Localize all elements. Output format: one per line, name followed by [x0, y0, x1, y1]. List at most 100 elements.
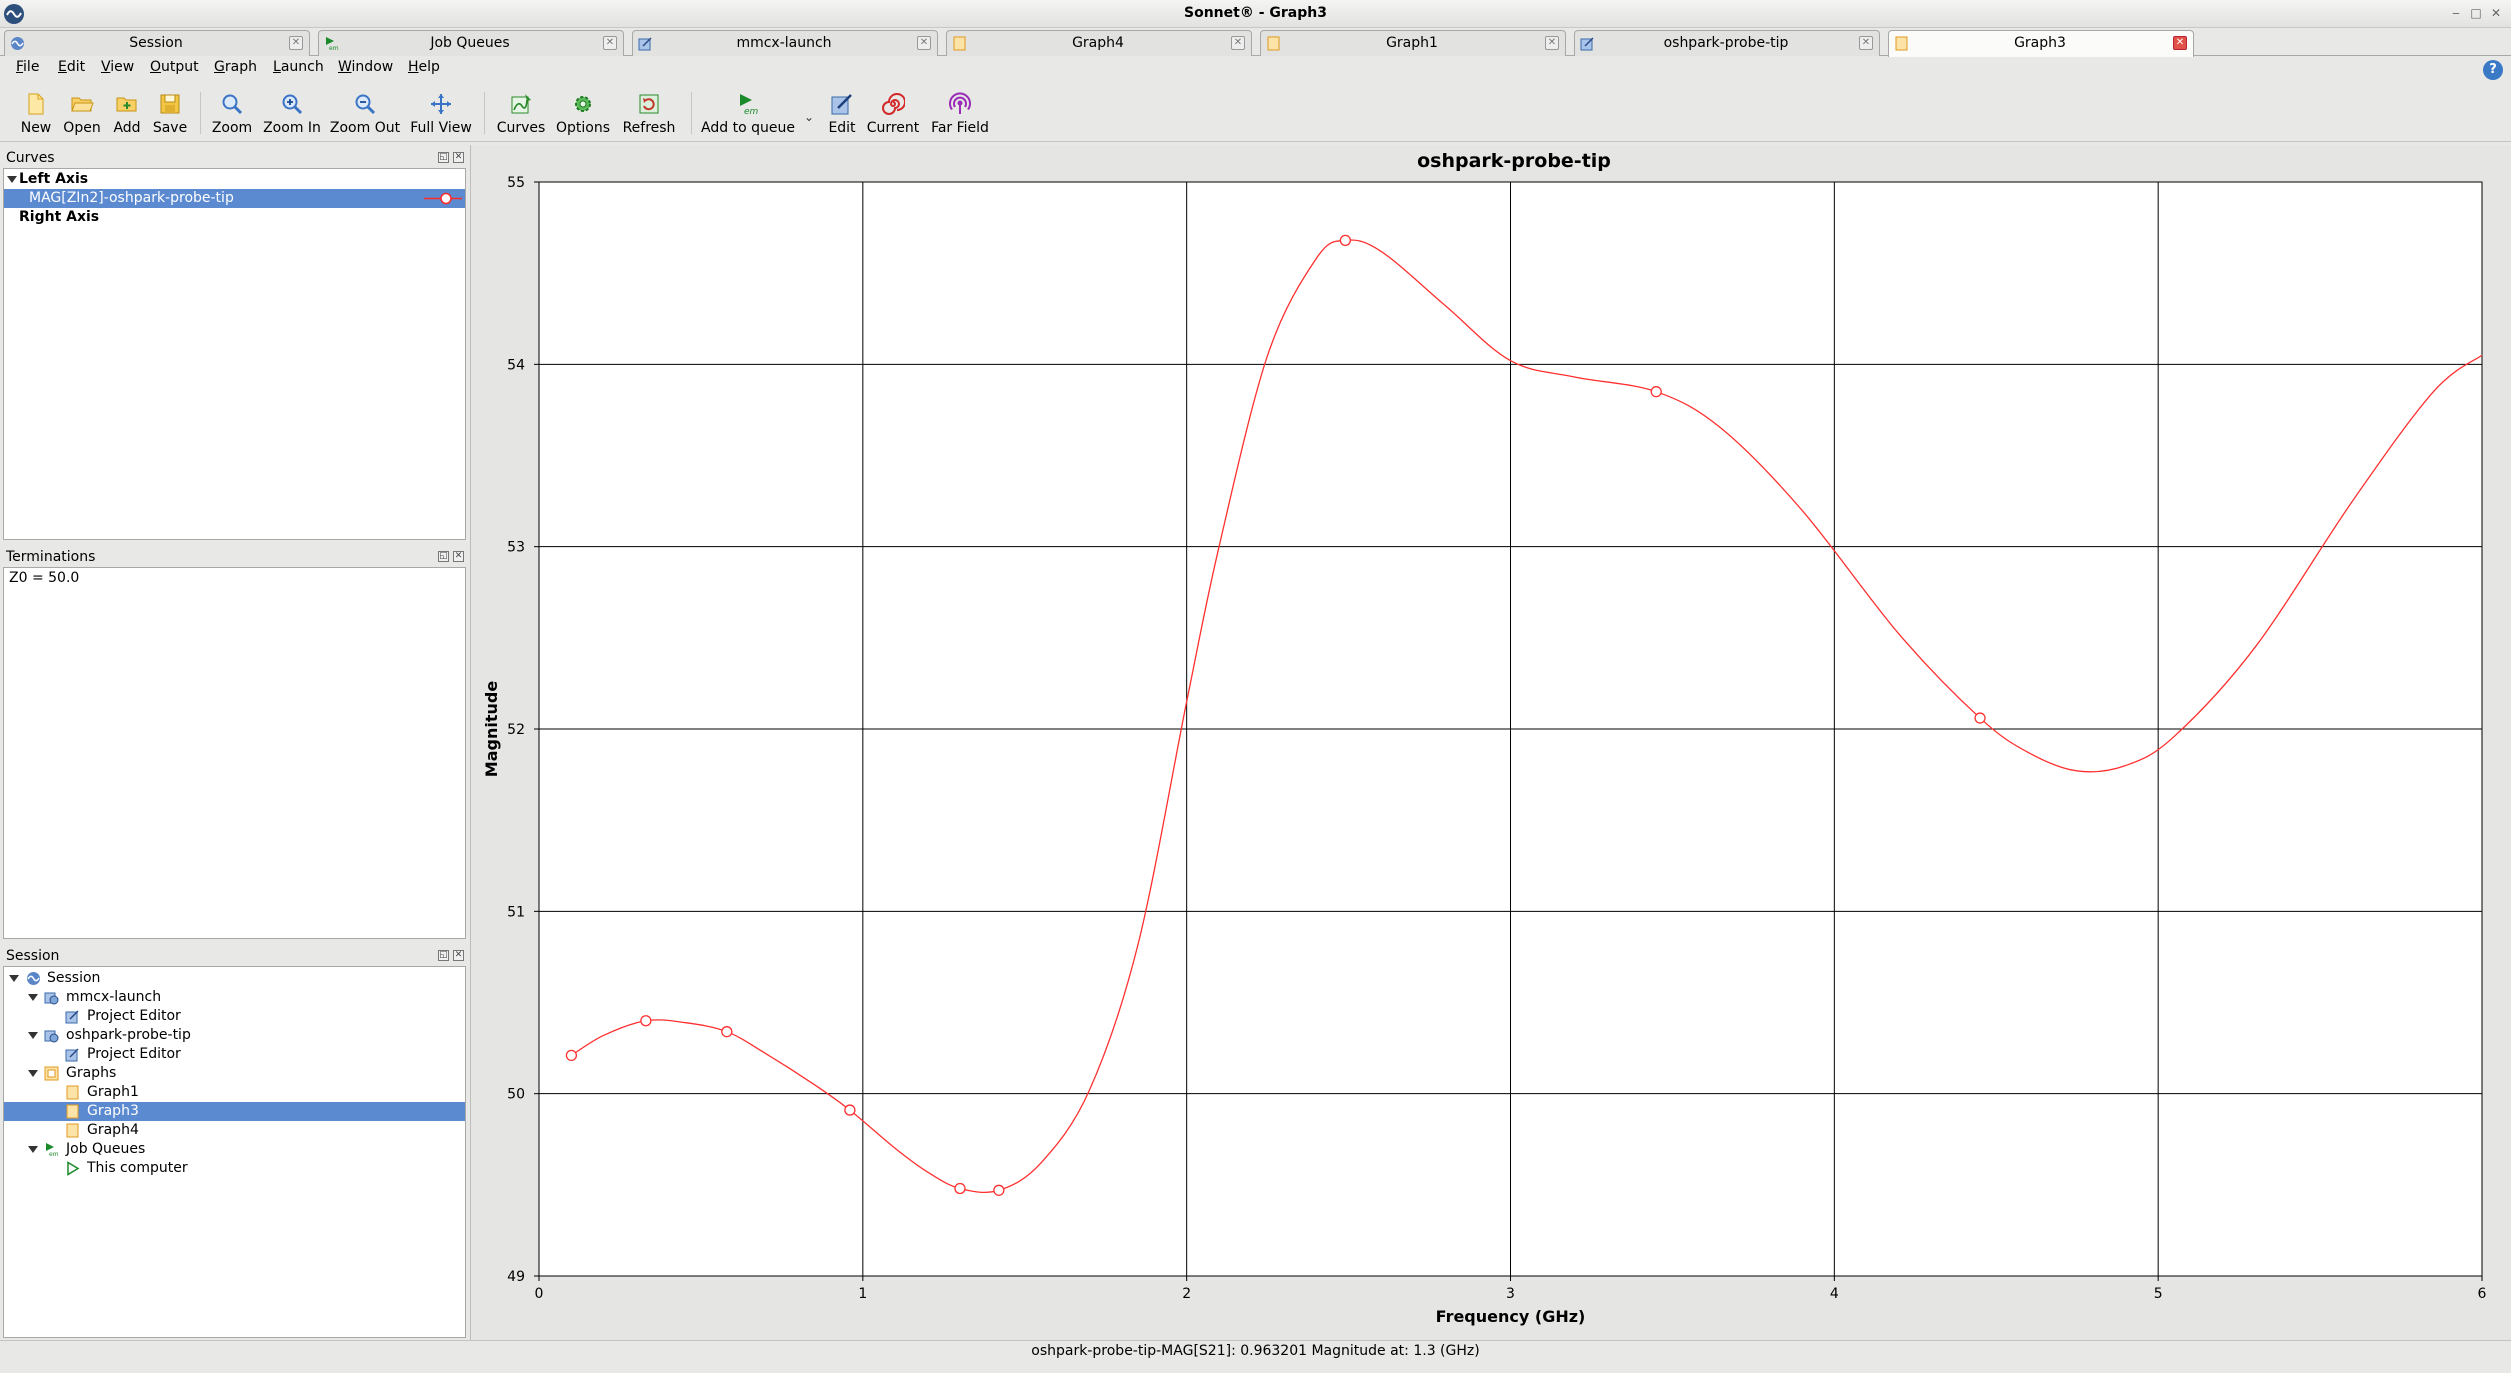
data-point-marker[interactable] — [565, 1049, 578, 1062]
svg-text:em: em — [744, 107, 759, 116]
x-tick-label: 2 — [1182, 1286, 1191, 1302]
far-field-antenna-icon — [949, 92, 971, 114]
full-view-button[interactable]: Full View — [409, 92, 473, 140]
add-button[interactable]: Add — [110, 92, 144, 140]
tab-graph4[interactable]: Graph4 ✕ — [946, 30, 1252, 56]
menu-view[interactable]: View — [101, 59, 134, 75]
tab-oshpark-probe-tip[interactable]: oshpark-probe-tip ✕ — [1574, 30, 1880, 56]
y-tick-label: 50 — [507, 1087, 525, 1103]
expand-arrow-icon[interactable] — [28, 1146, 38, 1153]
data-point-marker[interactable] — [1650, 386, 1662, 398]
session-tree: Session mmcx-launch Project Editor oshpa… — [3, 966, 466, 1338]
data-point-marker[interactable] — [844, 1104, 856, 1116]
close-tab-icon[interactable]: ✕ — [1231, 36, 1245, 50]
tree-session[interactable]: Session — [4, 969, 465, 988]
menu-edit[interactable]: Edit — [58, 59, 85, 75]
menu-launch[interactable]: Launch — [273, 59, 324, 75]
magnitude-plot[interactable]: oshpark-probe-tip 0 1 2 3 4 5 649505152535455 … — [471, 145, 2511, 1340]
project-editor-icon — [65, 1010, 79, 1024]
session-panel: Session ◱ ✕ Session mmcx-launch Project … — [3, 946, 466, 1338]
graph-icon — [1895, 36, 1908, 51]
expand-arrow-icon[interactable] — [28, 1032, 38, 1039]
y-tick-label: 54 — [507, 357, 525, 373]
y-tick-label: 49 — [507, 1269, 525, 1285]
menu-window[interactable]: Window — [338, 59, 393, 75]
current-button[interactable]: Current — [866, 92, 920, 140]
session-panel-header: Session ◱ ✕ — [6, 948, 464, 964]
tab-graph1[interactable]: Graph1 ✕ — [1260, 30, 1566, 56]
tree-oshpark-probe-tip[interactable]: oshpark-probe-tip — [4, 1026, 465, 1045]
close-tab-icon[interactable]: ✕ — [603, 36, 617, 50]
close-tab-icon[interactable]: ✕ — [1859, 36, 1873, 50]
expand-arrow-icon[interactable] — [28, 1070, 38, 1077]
close-tab-icon[interactable]: ✕ — [917, 36, 931, 50]
tab-job-queues[interactable]: em Job Queues ✕ — [318, 30, 624, 56]
data-point-marker[interactable] — [1974, 712, 1986, 724]
tree-job-queues[interactable]: em Job Queues — [4, 1140, 465, 1159]
expand-arrow-icon[interactable] — [7, 176, 17, 183]
svg-text:em: em — [329, 45, 339, 51]
document-tab-bar: Session ✕ em Job Queues ✕ mmcx-launch ✕ … — [0, 29, 2511, 57]
close-panel-button[interactable]: ✕ — [453, 950, 464, 961]
data-point-marker[interactable] — [721, 1026, 733, 1038]
tab-mmcx-launch[interactable]: mmcx-launch ✕ — [632, 30, 938, 56]
x-tick-label: 6 — [2478, 1286, 2487, 1302]
tree-graph4[interactable]: Graph4 — [4, 1121, 465, 1140]
float-panel-button[interactable]: ◱ — [438, 551, 449, 562]
minimize-button[interactable]: ‒ — [2447, 4, 2465, 22]
tree-graph3[interactable]: Graph3 — [4, 1102, 465, 1121]
tree-right-axis[interactable]: Right Axis — [4, 208, 465, 227]
close-tab-icon[interactable]: ✕ — [2173, 36, 2187, 50]
close-panel-button[interactable]: ✕ — [453, 152, 464, 163]
terminations-list: Z0 = 50.0 — [3, 567, 466, 939]
zoom-button[interactable]: Zoom — [209, 92, 255, 140]
close-tab-icon[interactable]: ✕ — [1545, 36, 1559, 50]
graph-view[interactable]: oshpark-probe-tip 0 1 2 3 4 5 6 49 50 51 52 53 54 55 … — [470, 145, 2511, 1340]
close-panel-button[interactable]: ✕ — [453, 551, 464, 562]
data-point-marker[interactable] — [954, 1182, 966, 1195]
zoom-in-button[interactable]: Zoom In — [261, 92, 323, 140]
help-icon[interactable]: ? — [2483, 60, 2503, 80]
tree-graphs[interactable]: Graphs — [4, 1064, 465, 1083]
open-button[interactable]: Open — [62, 92, 102, 140]
float-panel-button[interactable]: ◱ — [438, 152, 449, 163]
refresh-button[interactable]: Refresh — [619, 92, 679, 140]
far-field-button[interactable]: Far Field — [928, 92, 992, 140]
graph-icon — [66, 1123, 79, 1138]
data-point-marker[interactable] — [640, 1015, 652, 1027]
curves-button[interactable]: Curves — [495, 92, 547, 140]
curve-item-magzin2[interactable]: MAG[ZIn2]-oshpark-probe-tip — [4, 189, 465, 208]
menu-bar: File Edit View Output Graph Launch Windo… — [0, 57, 2511, 80]
data-point-marker[interactable] — [993, 1184, 1005, 1196]
float-panel-button[interactable]: ◱ — [438, 950, 449, 961]
menu-help[interactable]: Help — [408, 59, 440, 75]
expand-arrow-icon[interactable] — [9, 975, 19, 982]
tree-graph1[interactable]: Graph1 — [4, 1083, 465, 1102]
edit-button[interactable]: Edit — [822, 92, 862, 140]
maximize-button[interactable]: □ — [2467, 4, 2485, 22]
add-to-queue-button[interactable]: em Add to queue — [700, 92, 796, 140]
tree-mmcx-project-editor[interactable]: Project Editor — [4, 1007, 465, 1026]
x-tick-label: 4 — [1830, 1286, 1839, 1302]
close-tab-icon[interactable]: ✕ — [289, 36, 303, 50]
menu-file[interactable]: File — [16, 59, 39, 75]
tree-oshpark-project-editor[interactable]: Project Editor — [4, 1045, 465, 1064]
options-button[interactable]: Options — [553, 92, 613, 140]
tab-graph3[interactable]: Graph3 ✕ — [1888, 30, 2194, 57]
save-button[interactable]: Save — [151, 92, 189, 140]
tree-mmcx-launch[interactable]: mmcx-launch — [4, 988, 465, 1007]
expand-arrow-icon[interactable] — [28, 994, 38, 1001]
tree-this-computer[interactable]: This computer — [4, 1159, 465, 1178]
tab-session[interactable]: Session ✕ — [4, 30, 310, 56]
tab-label: Job Queues — [430, 35, 510, 51]
new-button[interactable]: New — [18, 92, 54, 140]
zoom-out-button[interactable]: Zoom Out — [329, 92, 401, 140]
tree-left-axis[interactable]: Left Axis — [4, 170, 465, 189]
add-to-queue-dropdown-icon[interactable]: ⌄ — [804, 110, 814, 124]
close-window-button[interactable]: ✕ — [2487, 4, 2505, 22]
menu-output[interactable]: Output — [150, 59, 199, 75]
data-point-marker[interactable] — [1339, 234, 1351, 246]
menu-graph[interactable]: Graph — [214, 59, 257, 75]
curves-icon — [511, 94, 531, 114]
options-gear-icon — [575, 96, 591, 112]
